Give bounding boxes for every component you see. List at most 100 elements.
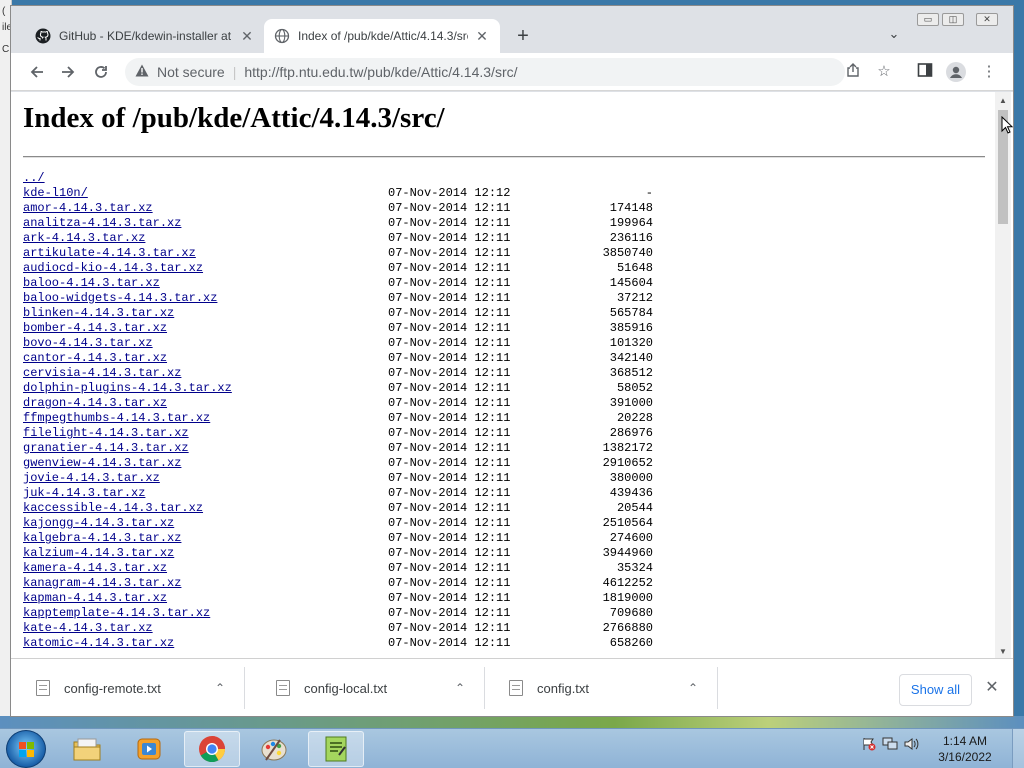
back-icon[interactable]: [25, 60, 49, 84]
maximize-window-icon[interactable]: ◫: [942, 13, 964, 26]
file-link[interactable]: jovie-4.14.3.tar.xz: [23, 471, 160, 486]
action-center-flag-icon[interactable]: [862, 737, 876, 754]
download-filename[interactable]: config-local.txt: [304, 681, 450, 696]
file-link[interactable]: blinken-4.14.3.tar.xz: [23, 306, 174, 321]
file-link[interactable]: cantor-4.14.3.tar.xz: [23, 351, 167, 366]
profile-icon[interactable]: [946, 62, 966, 82]
file-link[interactable]: kalgebra-4.14.3.tar.xz: [23, 531, 181, 546]
tab-title: Index of /pub/kde/Attic/4.14.3/src/: [298, 29, 468, 43]
file-link[interactable]: analitza-4.14.3.tar.xz: [23, 216, 181, 231]
file-link[interactable]: filelight-4.14.3.tar.xz: [23, 426, 189, 441]
chevron-up-icon[interactable]: ⌃: [210, 681, 230, 695]
file-size: 2910652: [602, 456, 653, 470]
media-player-icon[interactable]: [121, 731, 177, 767]
url-text[interactable]: http://ftp.ntu.edu.tw/pub/kde/Attic/4.14…: [244, 64, 517, 80]
file-link[interactable]: audiocd-kio-4.14.3.tar.xz: [23, 261, 203, 276]
file-link[interactable]: granatier-4.14.3.tar.xz: [23, 441, 189, 456]
parent-directory-link[interactable]: ../: [23, 171, 45, 186]
file-link[interactable]: cervisia-4.14.3.tar.xz: [23, 366, 181, 381]
menu-kebab-icon[interactable]: ⋮: [979, 62, 999, 82]
file-listing: ../ kde-l10n/07-Nov-2014 12:12- amor-4.14…: [23, 171, 723, 651]
share-icon[interactable]: [843, 62, 863, 82]
side-panel-icon[interactable]: [915, 62, 935, 82]
file-size: 20228: [616, 411, 653, 425]
file-size: 1819000: [602, 591, 653, 605]
list-item: cantor-4.14.3.tar.xz 07-Nov-2014 12:11 342…: [23, 351, 723, 366]
download-item[interactable]: config-remote.txt ⌃: [11, 667, 245, 709]
bookmark-star-icon[interactable]: ☆: [874, 62, 894, 82]
warning-icon[interactable]: [133, 64, 151, 80]
file-link[interactable]: juk-4.14.3.tar.xz: [23, 486, 145, 501]
file-link[interactable]: dolphin-plugins-4.14.3.tar.xz: [23, 381, 232, 396]
browser-window: GitHub - KDE/kdewin-installer at ✕ Index…: [10, 5, 1014, 717]
file-link[interactable]: artikulate-4.14.3.tar.xz: [23, 246, 196, 261]
file-link[interactable]: kaccessible-4.14.3.tar.xz: [23, 501, 203, 516]
download-filename[interactable]: config-remote.txt: [64, 681, 210, 696]
close-icon[interactable]: ✕: [983, 679, 1001, 697]
show-all-button[interactable]: Show all: [899, 674, 972, 706]
download-filename[interactable]: config.txt: [537, 681, 683, 696]
file-size: 274600: [609, 531, 653, 545]
file-explorer-icon[interactable]: [59, 731, 115, 767]
file-link[interactable]: baloo-widgets-4.14.3.tar.xz: [23, 291, 217, 306]
minimize-window-icon[interactable]: ▭: [917, 13, 939, 26]
list-item: dragon-4.14.3.tar.xz 07-Nov-2014 12:11 391…: [23, 396, 723, 411]
tab-github[interactable]: GitHub - KDE/kdewin-installer at ✕: [25, 19, 265, 53]
close-tab-icon[interactable]: ✕: [239, 28, 255, 45]
chrome-icon[interactable]: [184, 731, 240, 767]
modified-date: 07-Nov-2014 12:11: [388, 276, 511, 290]
file-link[interactable]: bomber-4.14.3.tar.xz: [23, 321, 167, 336]
file-link[interactable]: kde-l10n/: [23, 186, 88, 201]
file-size: 236116: [609, 231, 653, 245]
file-link[interactable]: kanagram-4.14.3.tar.xz: [23, 576, 181, 591]
scroll-down-arrow-icon[interactable]: ▼: [999, 647, 1007, 656]
file-size: 3850740: [602, 246, 653, 260]
file-link[interactable]: baloo-4.14.3.tar.xz: [23, 276, 160, 291]
tab-index-of[interactable]: Index of /pub/kde/Attic/4.14.3/src/ ✕: [264, 19, 500, 53]
list-item: bovo-4.14.3.tar.xz 07-Nov-2014 12:11 10132…: [23, 336, 723, 351]
volume-icon[interactable]: [904, 737, 920, 754]
file-link[interactable]: kamera-4.14.3.tar.xz: [23, 561, 167, 576]
download-item[interactable]: config-local.txt ⌃: [251, 667, 485, 709]
download-item[interactable]: config.txt ⌃: [484, 667, 718, 709]
reload-icon[interactable]: [89, 60, 113, 84]
forward-icon[interactable]: [56, 60, 80, 84]
windows-logo-icon: [19, 742, 35, 758]
file-link[interactable]: dragon-4.14.3.tar.xz: [23, 396, 167, 411]
chevron-down-icon[interactable]: ⌄: [884, 26, 904, 46]
file-link[interactable]: katomic-4.14.3.tar.xz: [23, 636, 174, 651]
file-link[interactable]: kate-4.14.3.tar.xz: [23, 621, 153, 636]
close-tab-icon[interactable]: ✕: [474, 28, 490, 45]
list-item: baloo-widgets-4.14.3.tar.xz 07-Nov-2014 1…: [23, 291, 723, 306]
file-link[interactable]: kapman-4.14.3.tar.xz: [23, 591, 167, 606]
list-item: kalzium-4.14.3.tar.xz 07-Nov-2014 12:11 39…: [23, 546, 723, 561]
start-button[interactable]: [6, 730, 46, 768]
file-link[interactable]: bovo-4.14.3.tar.xz: [23, 336, 153, 351]
new-tab-icon[interactable]: +: [511, 24, 535, 48]
security-label[interactable]: Not secure: [157, 64, 225, 80]
close-window-icon[interactable]: ✕: [976, 13, 998, 26]
notepad-plus-plus-icon[interactable]: [308, 731, 364, 767]
scroll-up-arrow-icon[interactable]: ▲: [999, 96, 1007, 105]
clock[interactable]: 1:14 AM 3/16/2022: [930, 733, 1000, 765]
network-icon[interactable]: [882, 737, 898, 754]
paint-icon[interactable]: [246, 731, 302, 767]
modified-date: 07-Nov-2014 12:11: [388, 291, 511, 305]
chevron-up-icon[interactable]: ⌃: [450, 681, 470, 695]
list-item: juk-4.14.3.tar.xz 07-Nov-2014 12:11 439436: [23, 486, 723, 501]
scrollbar[interactable]: ▲ ▼: [995, 92, 1011, 658]
list-item: amor-4.14.3.tar.xz 07-Nov-2014 12:11 17414…: [23, 201, 723, 216]
file-link[interactable]: kajongg-4.14.3.tar.xz: [23, 516, 174, 531]
file-link[interactable]: gwenview-4.14.3.tar.xz: [23, 456, 181, 471]
file-link[interactable]: kapptemplate-4.14.3.tar.xz: [23, 606, 210, 621]
file-link[interactable]: ark-4.14.3.tar.xz: [23, 231, 145, 246]
list-item: audiocd-kio-4.14.3.tar.xz 07-Nov-2014 12:…: [23, 261, 723, 276]
file-link[interactable]: ffmpegthumbs-4.14.3.tar.xz: [23, 411, 210, 426]
address-bar[interactable]: Not secure | http://ftp.ntu.edu.tw/pub/k…: [125, 58, 845, 86]
page-viewport: Index of /pub/kde/Attic/4.14.3/src/ ../ …: [11, 92, 1013, 658]
tab-strip: GitHub - KDE/kdewin-installer at ✕ Index…: [11, 6, 1013, 53]
chevron-up-icon[interactable]: ⌃: [683, 681, 703, 695]
show-desktop-button[interactable]: [1012, 729, 1024, 768]
file-link[interactable]: kalzium-4.14.3.tar.xz: [23, 546, 174, 561]
file-link[interactable]: amor-4.14.3.tar.xz: [23, 201, 153, 216]
